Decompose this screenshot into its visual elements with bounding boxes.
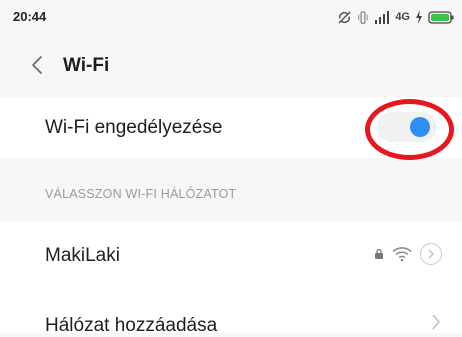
- page-title: Wi-Fi: [63, 55, 110, 76]
- red-highlight-circle: [365, 99, 454, 160]
- vibrate-icon: [358, 10, 369, 24]
- chevron-left-icon[interactable]: [26, 53, 50, 77]
- title-bar: Wi-Fi: [0, 40, 462, 94]
- add-network-row[interactable]: Hálózat hozzáadása: [0, 289, 462, 336]
- status-bar: 20:44 4G: [0, 0, 462, 34]
- lock-icon: [375, 248, 383, 259]
- status-icons: 4G: [337, 7, 454, 27]
- status-time: 20:44: [13, 9, 47, 24]
- network-icons: [374, 243, 442, 265]
- sync-off-icon: [338, 10, 351, 24]
- networks-section-header: VÁLASSZON WI-FI HÁLÓZATOT: [45, 187, 237, 201]
- charging-icon: [416, 10, 422, 24]
- network-name: MakiLaki: [45, 245, 120, 266]
- network-type: 4G: [395, 11, 410, 23]
- battery-icon: [428, 10, 454, 24]
- wifi-enable-label: Wi-Fi engedélyezése: [45, 117, 223, 138]
- network-details-button[interactable]: [420, 243, 442, 265]
- chevron-right-icon: [432, 314, 440, 330]
- network-row[interactable]: MakiLaki: [0, 221, 462, 289]
- wifi-icon: [392, 247, 412, 262]
- chevron-right-icon: [428, 249, 434, 259]
- signal-icon: [375, 10, 390, 24]
- add-network-label: Hálózat hozzáadása: [45, 315, 218, 336]
